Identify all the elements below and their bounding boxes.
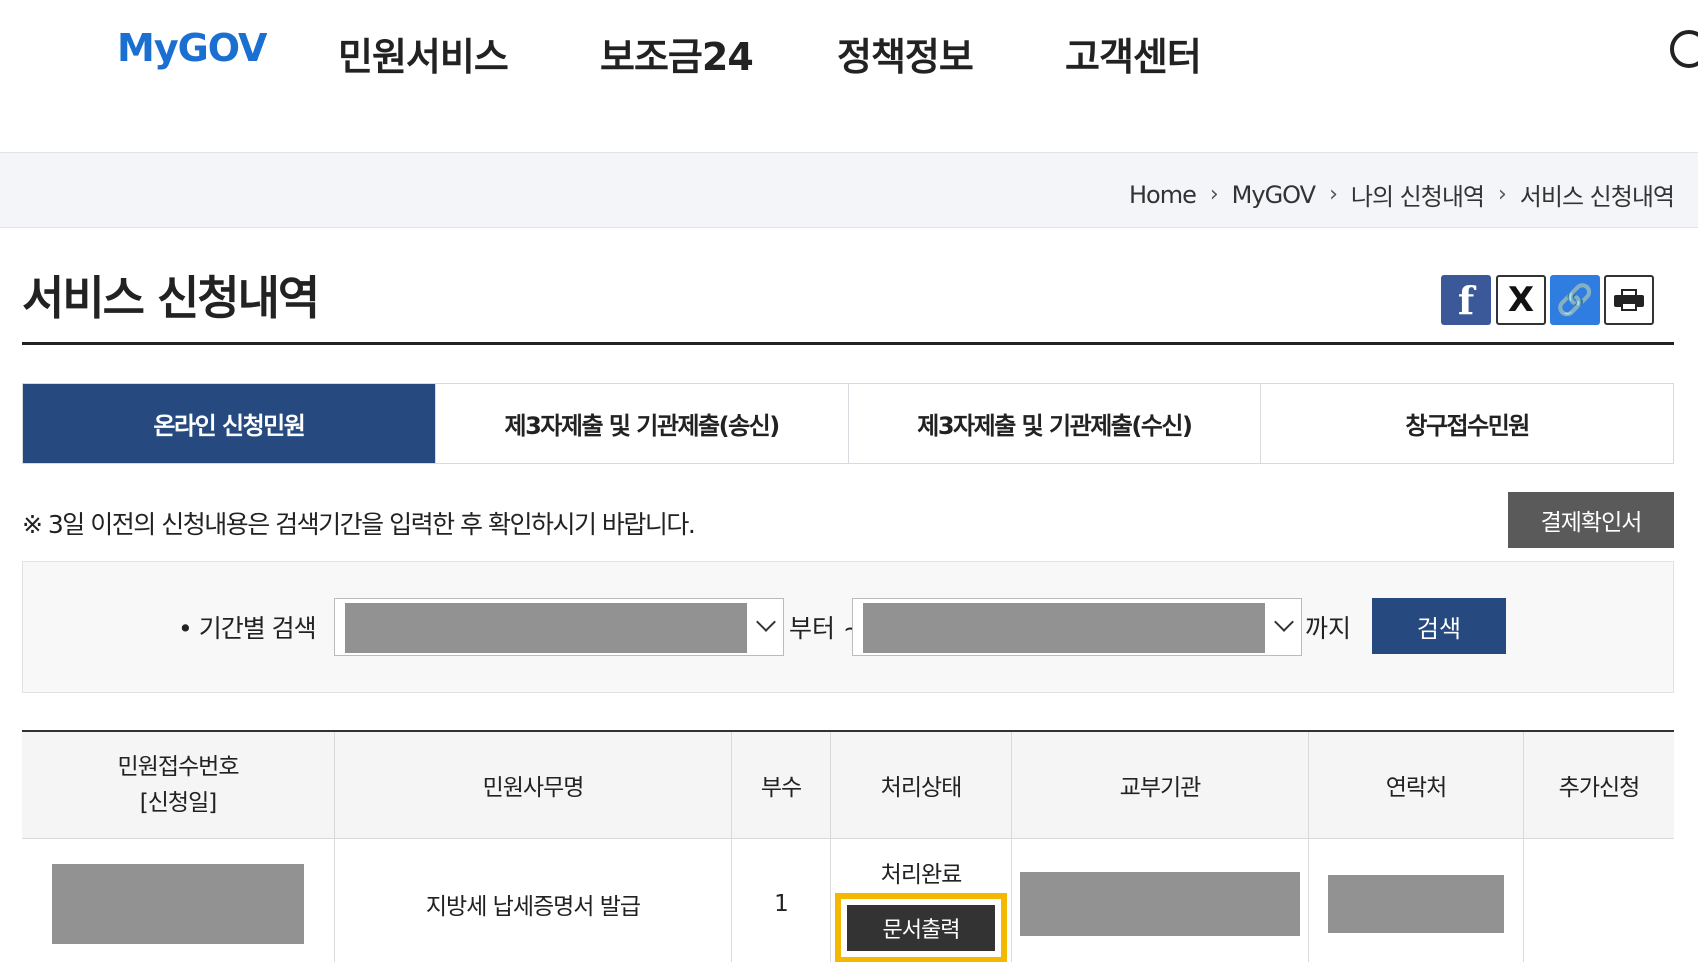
- cell-issuing-agency: [1012, 839, 1309, 962]
- tab-third-party-sent[interactable]: 제3자제출 및 기관제출(송신): [435, 384, 849, 463]
- header-service-name: 민원사무명: [335, 732, 732, 838]
- nav-policy-info[interactable]: 정책정보: [837, 26, 974, 81]
- masked-contact: [1328, 875, 1504, 933]
- cell-service-name: 지방세 납세증명서 발급: [335, 839, 732, 962]
- to-label: 까지: [1305, 614, 1352, 643]
- header-copies: 부수: [732, 732, 831, 838]
- cell-copies: 1: [732, 839, 831, 962]
- masked-receipt-no: [52, 864, 304, 944]
- header-issuing-agency: 교부기관: [1012, 732, 1309, 838]
- nav-mygov[interactable]: MyGOV: [117, 26, 267, 70]
- cell-additional: [1524, 839, 1674, 962]
- header-receipt-no: 민원접수번호 [신청일]: [22, 732, 335, 838]
- period-search-box: • 기간별 검색 부터 ~ 까지 검색: [22, 561, 1674, 693]
- breadcrumb-band: Home › MyGOV › 나의 신청내역 › 서비스 신청내역: [0, 152, 1698, 228]
- cell-receipt-no: [22, 839, 335, 962]
- chevron-right-icon: ›: [1329, 182, 1338, 207]
- page-title: 서비스 신청내역: [22, 271, 320, 325]
- period-notice: ※ 3일 이전의 신청내용은 검색기간을 입력한 후 확인하시기 바랍니다.: [22, 510, 696, 539]
- highlight-box: 문서출력: [835, 893, 1007, 962]
- table-row: 지방세 납세증명서 발급 1 처리완료 문서출력: [22, 839, 1674, 962]
- payment-confirmation-button[interactable]: 결제확인서: [1508, 492, 1674, 548]
- search-icon[interactable]: [1670, 30, 1698, 68]
- breadcrumb-current: 서비스 신청내역: [1519, 183, 1675, 211]
- application-tabs: 온라인 신청민원 제3자제출 및 기관제출(송신) 제3자제출 및 기관제출(수…: [22, 383, 1674, 464]
- chevron-right-icon: ›: [1209, 182, 1219, 207]
- end-date-select[interactable]: [852, 598, 1302, 656]
- masked-agency: [1020, 872, 1300, 936]
- breadcrumb: Home › MyGOV › 나의 신청내역 › 서비스 신청내역: [1129, 177, 1675, 212]
- nav-civil-service[interactable]: 민원서비스: [338, 26, 509, 81]
- chevron-down-icon: [1274, 612, 1294, 632]
- tab-online-applications[interactable]: 온라인 신청민원: [23, 384, 436, 463]
- tab-third-party-received[interactable]: 제3자제출 및 기관제출(수신): [848, 384, 1262, 463]
- status-text: 처리완료: [880, 862, 963, 888]
- print-icon[interactable]: [1604, 275, 1654, 325]
- header-contact: 연락처: [1309, 732, 1524, 838]
- applications-table: 민원접수번호 [신청일] 민원사무명 부수 처리상태 교부기관 연락처 추가신청 …: [22, 730, 1674, 962]
- cell-contact: [1309, 839, 1524, 962]
- global-navigation: MyGOV 민원서비스 보조금24 정책정보 고객센터: [0, 0, 1698, 152]
- cell-status: 처리완료 문서출력: [831, 839, 1012, 962]
- title-divider: [22, 342, 1674, 345]
- tab-counter-applications[interactable]: 창구접수민원: [1261, 384, 1673, 463]
- start-date-select[interactable]: [334, 598, 784, 656]
- link-copy-icon[interactable]: 🔗: [1550, 275, 1600, 325]
- table-header-row: 민원접수번호 [신청일] 민원사무명 부수 처리상태 교부기관 연락처 추가신청: [22, 732, 1674, 839]
- document-print-button[interactable]: 문서출력: [847, 905, 995, 951]
- breadcrumb-my-applications[interactable]: 나의 신청내역: [1351, 177, 1485, 212]
- header-additional: 추가신청: [1558, 775, 1641, 801]
- printer-glyph: [1614, 289, 1644, 311]
- breadcrumb-home[interactable]: Home: [1129, 181, 1197, 209]
- x-share-icon[interactable]: X: [1496, 275, 1546, 325]
- period-search-label: • 기간별 검색: [178, 614, 317, 643]
- chevron-right-icon: ›: [1497, 182, 1507, 207]
- facebook-share-icon[interactable]: f: [1441, 275, 1491, 325]
- masked-value: [345, 603, 747, 653]
- search-button[interactable]: 검색: [1372, 598, 1506, 654]
- nav-customer-center[interactable]: 고객센터: [1065, 26, 1202, 81]
- breadcrumb-mygov[interactable]: MyGOV: [1232, 181, 1316, 209]
- nav-subsidy24[interactable]: 보조금24: [600, 26, 754, 81]
- masked-value: [863, 603, 1265, 653]
- header-status: 처리상태: [831, 732, 1012, 838]
- chevron-down-icon: [756, 612, 776, 632]
